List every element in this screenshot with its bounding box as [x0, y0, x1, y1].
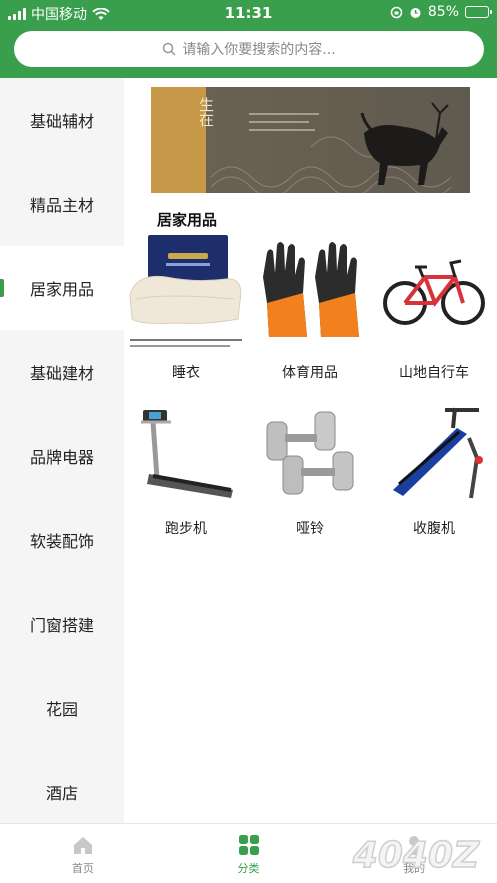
sidebar-item[interactable]: 品牌电器 — [0, 414, 124, 498]
sidebar-item-label: 软装配饰 — [29, 532, 94, 551]
sidebar-item-label: 基础建材 — [29, 364, 94, 383]
sidebar-item-label: 花园 — [45, 700, 78, 719]
tab-category[interactable]: 分类 — [166, 824, 332, 883]
sidebar-item[interactable]: 酒店 — [0, 750, 124, 834]
product-label: 收腹机 — [413, 521, 455, 537]
search-placeholder: 请输入你要搜索的内容... — [182, 42, 336, 58]
product-item-bicycle[interactable]: 山地自行车 — [372, 233, 496, 382]
dumbbell-image — [255, 398, 365, 508]
product-item-situp-bench[interactable]: 收腹机 — [372, 398, 496, 538]
situp-bench-image — [379, 398, 489, 508]
promo-banner[interactable]: 生在 — [151, 87, 470, 193]
gloves-image — [255, 233, 365, 343]
sidebar-item-label: 精品主材 — [29, 196, 94, 215]
status-bar: 中国移动 11:31 85% — [0, 0, 497, 26]
search-icon — [163, 42, 176, 56]
sidebar-item[interactable]: 软装配饰 — [0, 498, 124, 582]
top-header: 中国移动 11:31 85% 请输入你要搜索的内容... — [0, 0, 497, 78]
product-item-treadmill[interactable]: 跑步机 — [124, 398, 248, 538]
tab-home[interactable]: 首页 — [0, 824, 166, 883]
tab-label: 分类 — [237, 862, 260, 875]
banner-vertical-text: 生在 — [175, 97, 237, 127]
search-bar[interactable]: 请输入你要搜索的内容... — [14, 31, 484, 67]
sidebar-item-label: 酒店 — [45, 784, 78, 803]
tab-label: 首页 — [71, 862, 94, 875]
product-label: 体育用品 — [282, 365, 338, 381]
product-label: 跑步机 — [165, 521, 207, 537]
product-label: 山地自行车 — [399, 365, 469, 381]
alarm-icon — [410, 7, 421, 18]
banner-text-top: 生 — [197, 97, 215, 112]
banner-text-bottom: 在 — [197, 112, 215, 127]
product-item-pillow[interactable]: 睡衣 — [124, 233, 248, 382]
category-content: 生在 居家用品 睡衣 体育用品 山地自行车 跑步机 哑铃 收腹机 — [124, 78, 497, 823]
product-item-dumbbell[interactable]: 哑铃 — [248, 398, 372, 538]
site-watermark-logo: 4040Z — [351, 834, 481, 877]
battery-icon — [465, 6, 492, 18]
product-label: 哑铃 — [296, 521, 324, 537]
sidebar-item-label: 居家用品 — [29, 280, 94, 299]
product-label: 睡衣 — [172, 365, 200, 381]
sidebar-item-label: 门窗搭建 — [29, 616, 94, 635]
sidebar-item[interactable]: 精品主材 — [0, 162, 124, 246]
sidebar-item[interactable]: 门窗搭建 — [0, 582, 124, 666]
deer-illustration — [360, 102, 449, 185]
banner-small-print — [249, 107, 319, 137]
rotation-lock-icon — [390, 6, 403, 18]
sidebar-item[interactable]: 居家用品 — [0, 246, 124, 330]
pillow-image — [129, 233, 242, 347]
svg-text:4040Z: 4040Z — [352, 835, 480, 876]
product-item-gloves[interactable]: 体育用品 — [248, 233, 372, 382]
grid-icon — [238, 835, 259, 855]
treadmill-image — [131, 398, 241, 508]
sidebar-item[interactable]: 基础辅材 — [0, 78, 124, 162]
sidebar-item-label: 品牌电器 — [29, 448, 94, 467]
home-icon — [73, 837, 92, 854]
sidebar-item-label: 基础辅材 — [29, 112, 94, 131]
sidebar-item[interactable]: 基础建材 — [0, 330, 124, 414]
category-sidebar: 基础辅材精品主材居家用品基础建材品牌电器软装配饰门窗搭建花园酒店 — [0, 78, 124, 823]
battery-percent: 85% — [427, 4, 459, 20]
sidebar-item[interactable]: 花园 — [0, 666, 124, 750]
section-title: 居家用品 — [157, 211, 218, 229]
bicycle-image — [379, 233, 489, 343]
